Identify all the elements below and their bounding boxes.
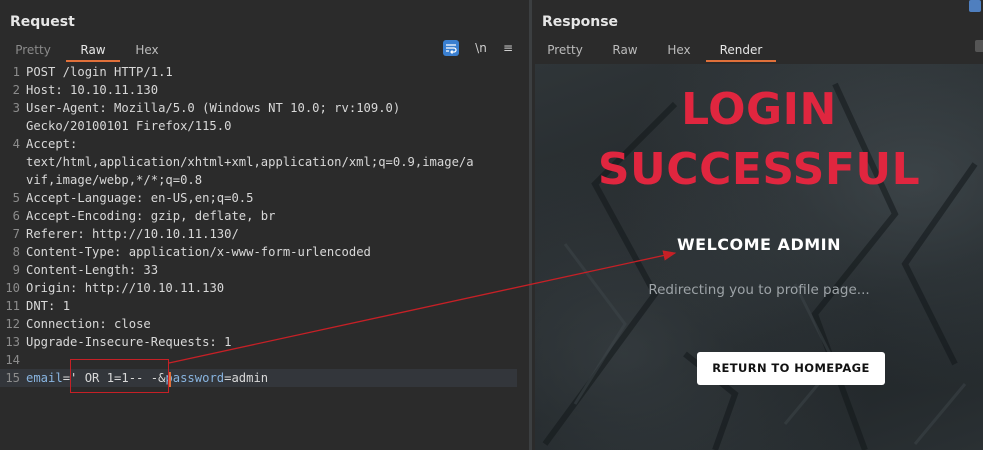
header-value: close — [106, 317, 151, 331]
response-pane: Response Pretty Raw Hex Render LOGIN SUC… — [532, 0, 983, 450]
code-text: User-Agent: Mozilla/5.0 (Windows NT 10.0… — [26, 99, 400, 117]
header-name: Connection: — [26, 317, 107, 331]
code-text: Gecko/20100101 Firefox/115.0 — [26, 119, 232, 133]
line-number: 10 — [5, 281, 20, 295]
code-line[interactable]: 5 Accept-Language: en-US,en;q=0.5 — [0, 189, 517, 207]
line-number: 9 — [12, 263, 20, 277]
code-line[interactable]: 13 Upgrade-Insecure-Requests: 1 — [0, 333, 517, 351]
text-caret — [169, 372, 171, 387]
header-name: Accept: — [26, 137, 78, 151]
code-line[interactable]: Gecko/20100101 Firefox/115.0 — [0, 117, 517, 135]
header-name: Content-Type: — [26, 245, 122, 259]
tab-response-pretty[interactable]: Pretty — [540, 40, 590, 60]
header-name: Host: — [26, 83, 63, 97]
header-name: User-Agent: — [26, 101, 107, 115]
code-line[interactable]: 4 Accept: — [0, 135, 517, 153]
response-tabs: Pretty Raw Hex Render — [532, 40, 983, 62]
code-text: Connection: close — [26, 315, 151, 333]
header-name: Accept-Language: — [26, 191, 144, 205]
header-value: en-US,en;q=0.5 — [143, 191, 254, 205]
header-value: gzip, deflate, br — [143, 209, 276, 223]
code-token: email — [26, 371, 63, 385]
tab-request-hex[interactable]: Hex — [126, 40, 168, 60]
response-options-icon[interactable] — [975, 40, 983, 52]
login-heading-line1: LOGIN — [681, 84, 837, 135]
code-line[interactable]: 1 POST /login HTTP/1.1 — [0, 63, 517, 81]
code-text: POST /login HTTP/1.1 — [26, 65, 173, 79]
code-text: Accept-Encoding: gzip, deflate, br — [26, 207, 275, 225]
line-number: 11 — [5, 299, 20, 313]
newline-toggle-button[interactable]: \n — [472, 40, 490, 56]
code-text: Content-Length: 33 — [26, 261, 158, 279]
code-token: password — [165, 371, 225, 385]
request-title: Request — [10, 14, 75, 30]
code-text: Referer: http://10.10.11.130/ — [26, 225, 239, 243]
code-text: Upgrade-Insecure-Requests: 1 — [26, 333, 231, 351]
layout-icon[interactable] — [969, 0, 981, 12]
wrap-toggle-button[interactable] — [443, 40, 459, 56]
line-number: 4 — [12, 137, 20, 151]
request-pane: Request Pretty Raw Hex \n ≡ 1 POST /login… — [0, 0, 529, 450]
code-line[interactable]: 12 Connection: close — [0, 315, 517, 333]
line-number: 1 — [12, 65, 20, 79]
header-name: Accept-Encoding: — [26, 209, 144, 223]
code-line[interactable]: 6 Accept-Encoding: gzip, deflate, br — [0, 207, 517, 225]
line-number: 7 — [12, 227, 20, 241]
code-token: =admin — [224, 371, 269, 385]
code-text: Host: 10.10.11.130 — [26, 81, 158, 99]
login-heading-line2: SUCCESSFUL — [597, 144, 921, 195]
redirect-message: Redirecting you to profile page... — [648, 282, 870, 298]
code-text: text/html,application/xhtml+xml,applicat… — [26, 155, 474, 169]
menu-icon[interactable]: ≡ — [500, 40, 516, 56]
line-number: 13 — [5, 335, 20, 349]
header-value: 10.10.11.130 — [62, 83, 159, 97]
welcome-message: WELCOME ADMIN — [677, 235, 841, 254]
code-line[interactable]: 8 Content-Type: application/x-www-form-ur… — [0, 243, 517, 261]
line-number: 15 — [5, 371, 20, 385]
header-value: http://10.10.11.130/ — [84, 227, 239, 241]
code-text: Origin: http://10.10.11.130 — [26, 279, 224, 297]
line-number: 2 — [12, 83, 20, 97]
header-value: Mozilla/5.0 (Windows NT 10.0; rv:109.0) — [106, 101, 401, 115]
line-number: 8 — [12, 245, 20, 259]
code-text: Accept-Language: en-US,en;q=0.5 — [26, 189, 253, 207]
header-name: DNT: — [26, 299, 56, 313]
line-number: 12 — [5, 317, 20, 331]
code-text: Content-Type: application/x-www-form-url… — [26, 243, 371, 261]
code-line[interactable]: 9 Content-Length: 33 — [0, 261, 517, 279]
line-number: 6 — [12, 209, 20, 223]
header-value: application/x-www-form-urlencoded — [121, 245, 371, 259]
header-name: Origin: — [26, 281, 78, 295]
code-line[interactable]: text/html,application/xhtml+xml,applicat… — [0, 153, 517, 171]
code-text: Accept: — [26, 135, 77, 153]
code-line[interactable]: 3 User-Agent: Mozilla/5.0 (Windows NT 10.… — [0, 99, 517, 117]
tab-response-render[interactable]: Render — [706, 40, 776, 62]
code-text: vif,image/webp,*/*;q=0.8 — [26, 173, 203, 187]
code-line[interactable]: 7 Referer: http://10.10.11.130/ — [0, 225, 517, 243]
tab-response-hex[interactable]: Hex — [658, 40, 700, 60]
line-number: 14 — [5, 353, 20, 367]
code-line[interactable]: 2 Host: 10.10.11.130 — [0, 81, 517, 99]
header-name: Upgrade-Insecure-Requests: — [26, 335, 217, 349]
header-name: Referer: — [26, 227, 85, 241]
code-line[interactable]: 11 DNT: 1 — [0, 297, 517, 315]
return-homepage-button[interactable]: RETURN TO HOMEPAGE — [697, 352, 885, 385]
tab-request-pretty[interactable]: Pretty — [8, 40, 58, 60]
header-value: 33 — [136, 263, 159, 277]
header-value: 1 — [216, 335, 232, 349]
tab-request-raw[interactable]: Raw — [66, 40, 120, 62]
header-value: 1 — [55, 299, 71, 313]
annotation-highlight-box — [70, 359, 169, 393]
code-line[interactable]: vif,image/webp,*/*;q=0.8 — [0, 171, 517, 189]
code-line[interactable]: 10 Origin: http://10.10.11.130 — [0, 279, 517, 297]
header-value: http://10.10.11.130 — [77, 281, 225, 295]
line-number: 5 — [12, 191, 20, 205]
response-title: Response — [542, 14, 619, 30]
header-name: Content-Length: — [26, 263, 137, 277]
rendered-page: LOGIN SUCCESSFUL WELCOME ADMIN Redirecti… — [535, 64, 983, 450]
line-number: 3 — [12, 101, 20, 115]
tab-response-raw[interactable]: Raw — [602, 40, 648, 60]
word-wrap-icon — [443, 40, 459, 56]
code-text: DNT: 1 — [26, 297, 70, 315]
